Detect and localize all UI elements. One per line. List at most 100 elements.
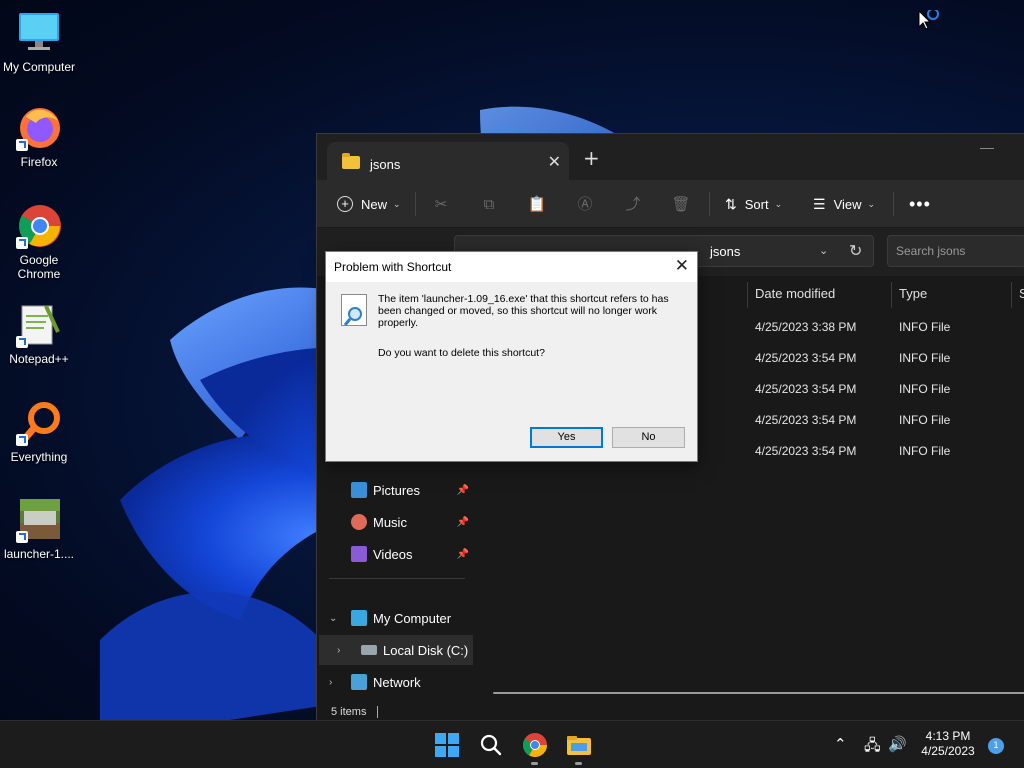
chevron-down-icon[interactable]: ⌄ xyxy=(819,244,828,257)
horizontal-scrollbar[interactable] xyxy=(493,692,1024,694)
file-type: INFO File xyxy=(899,351,951,365)
close-tab-icon[interactable]: ✕ xyxy=(548,152,561,171)
desktop-icon-my-computer[interactable]: My Computer xyxy=(0,10,78,74)
notification-badge[interactable]: 1 xyxy=(988,738,1004,754)
status-separator xyxy=(377,706,378,718)
chrome-icon[interactable] xyxy=(519,729,551,765)
chevron-down-icon[interactable]: ⌄ xyxy=(329,613,337,624)
chevron-up-icon[interactable]: ⌃ xyxy=(834,735,847,753)
share-icon[interactable]: ⤴ xyxy=(623,194,643,214)
file-type: INFO File xyxy=(899,382,951,396)
file-explorer-icon[interactable] xyxy=(563,729,595,765)
pictures-icon xyxy=(351,482,367,498)
column-header-date-modified[interactable]: Date modified xyxy=(755,286,835,301)
desktop-icon-everything[interactable]: Everything xyxy=(0,400,78,464)
new-button[interactable]: + New ⌄ xyxy=(337,180,401,228)
column-separator xyxy=(1011,282,1012,308)
drive-icon xyxy=(361,645,377,655)
column-header-size[interactable]: S xyxy=(1019,286,1024,301)
chevron-down-icon: ⌄ xyxy=(393,198,401,209)
nav-item-label: Pictures xyxy=(373,482,420,498)
mouse-cursor-icon xyxy=(918,8,944,37)
column-header-type[interactable]: Type xyxy=(899,286,927,301)
plus-circle-icon: + xyxy=(337,196,353,212)
chrome-icon xyxy=(16,203,62,249)
nav-item-my-computer[interactable]: ⌄ My Computer xyxy=(317,603,475,633)
paste-icon[interactable]: 📋 xyxy=(527,194,547,214)
close-icon[interactable]: ✕ xyxy=(675,256,689,276)
nav-item-label: Music xyxy=(373,514,407,530)
dialog-title: Problem with Shortcut xyxy=(334,260,452,274)
desktop-icon-firefox[interactable]: Firefox xyxy=(0,105,78,169)
tab-title: jsons xyxy=(370,157,401,172)
nav-item-music[interactable]: Music 📌 xyxy=(317,507,475,537)
tab-bar: jsons ✕ + xyxy=(317,134,1024,180)
desktop-icon-label: Google Chrome xyxy=(17,253,61,281)
file-date: 4/25/2023 3:38 PM xyxy=(755,320,857,334)
rename-icon[interactable]: Ⓐ xyxy=(575,194,595,214)
nav-item-local-disk[interactable]: › Local Disk (C:) xyxy=(319,635,473,665)
copy-icon[interactable]: ⧉ xyxy=(479,194,499,214)
minimize-button[interactable] xyxy=(980,148,994,149)
toolbar-separator xyxy=(415,192,416,216)
windows-start-icon[interactable] xyxy=(431,729,463,761)
breadcrumb-jsons[interactable]: jsons xyxy=(710,244,740,259)
search-box xyxy=(887,235,1024,267)
network-tray-icon[interactable]: 🖧 xyxy=(864,735,881,760)
problem-with-shortcut-dialog: Problem with Shortcut ✕ The item 'launch… xyxy=(325,251,698,462)
nav-item-videos[interactable]: Videos 📌 xyxy=(317,539,475,569)
shortcut-arrow-icon xyxy=(16,139,28,151)
yes-button[interactable]: Yes xyxy=(530,427,603,448)
toolbar-separator xyxy=(893,192,894,216)
file-type: INFO File xyxy=(899,413,951,427)
delete-icon[interactable]: 🗑 xyxy=(671,194,691,214)
search-icon[interactable] xyxy=(475,729,507,761)
clock[interactable]: 4:13 PM 4/25/2023 xyxy=(908,729,988,759)
shortcut-arrow-icon xyxy=(16,336,28,348)
chevron-right-icon[interactable]: › xyxy=(329,677,332,688)
volume-icon[interactable]: 🔊 xyxy=(888,735,907,753)
nav-item-pictures[interactable]: Pictures 📌 xyxy=(317,475,475,505)
monitor-icon xyxy=(16,10,62,56)
clock-time: 4:13 PM xyxy=(925,729,971,743)
videos-icon xyxy=(351,546,367,562)
sort-button[interactable]: ⇅ Sort ⌄ xyxy=(725,180,782,228)
tab-jsons[interactable]: jsons ✕ xyxy=(327,142,569,180)
folder-icon xyxy=(342,153,360,169)
status-bar: 5 items xyxy=(317,704,1024,721)
shortcut-arrow-icon xyxy=(16,531,28,543)
network-icon xyxy=(351,674,367,690)
column-separator xyxy=(891,282,892,308)
taskbar: ⌃ 🖧 🔊 4:13 PM 4/25/2023 1 xyxy=(0,720,1024,768)
desktop-icon-label: Firefox xyxy=(20,155,58,169)
desktop-icon-notepadpp[interactable]: Notepad++ xyxy=(0,302,78,366)
desktop-icon-label: launcher-1.... xyxy=(3,547,75,561)
everything-icon xyxy=(16,400,62,446)
pin-icon: 📌 xyxy=(456,516,469,528)
cut-icon[interactable]: ✂ xyxy=(431,194,451,214)
view-icon: ☰ xyxy=(813,195,826,212)
more-options-button[interactable]: ••• xyxy=(909,180,931,228)
running-indicator xyxy=(575,762,582,765)
command-bar: + New ⌄ ✂ ⧉ 📋 Ⓐ ⤴ 🗑 ⇅ Sort ⌄ ☰ View ⌄ ••… xyxy=(317,180,1024,228)
nav-item-network[interactable]: › Network xyxy=(317,667,475,697)
desktop-icon-launcher[interactable]: launcher-1.... xyxy=(0,497,78,561)
toolbar-separator xyxy=(709,192,710,216)
file-type: INFO File xyxy=(899,444,951,458)
column-separator xyxy=(747,282,748,308)
desktop-icon-chrome[interactable]: Google Chrome xyxy=(0,203,78,281)
nav-item-label: My Computer xyxy=(373,610,452,626)
search-input[interactable] xyxy=(896,244,1016,258)
search-document-icon xyxy=(341,294,367,326)
chevron-right-icon[interactable]: › xyxy=(337,645,340,656)
no-button[interactable]: No xyxy=(612,427,685,448)
sort-icon: ⇅ xyxy=(725,195,737,212)
pin-icon: 📌 xyxy=(456,548,469,560)
new-tab-button[interactable]: + xyxy=(583,146,600,170)
view-button[interactable]: ☰ View ⌄ xyxy=(813,180,875,228)
desktop-icon-label: Everything xyxy=(10,450,68,464)
item-count: 5 items xyxy=(331,706,367,718)
new-button-label: New xyxy=(361,196,388,212)
refresh-icon[interactable]: ↻ xyxy=(849,241,862,260)
minecraft-icon xyxy=(16,497,62,543)
